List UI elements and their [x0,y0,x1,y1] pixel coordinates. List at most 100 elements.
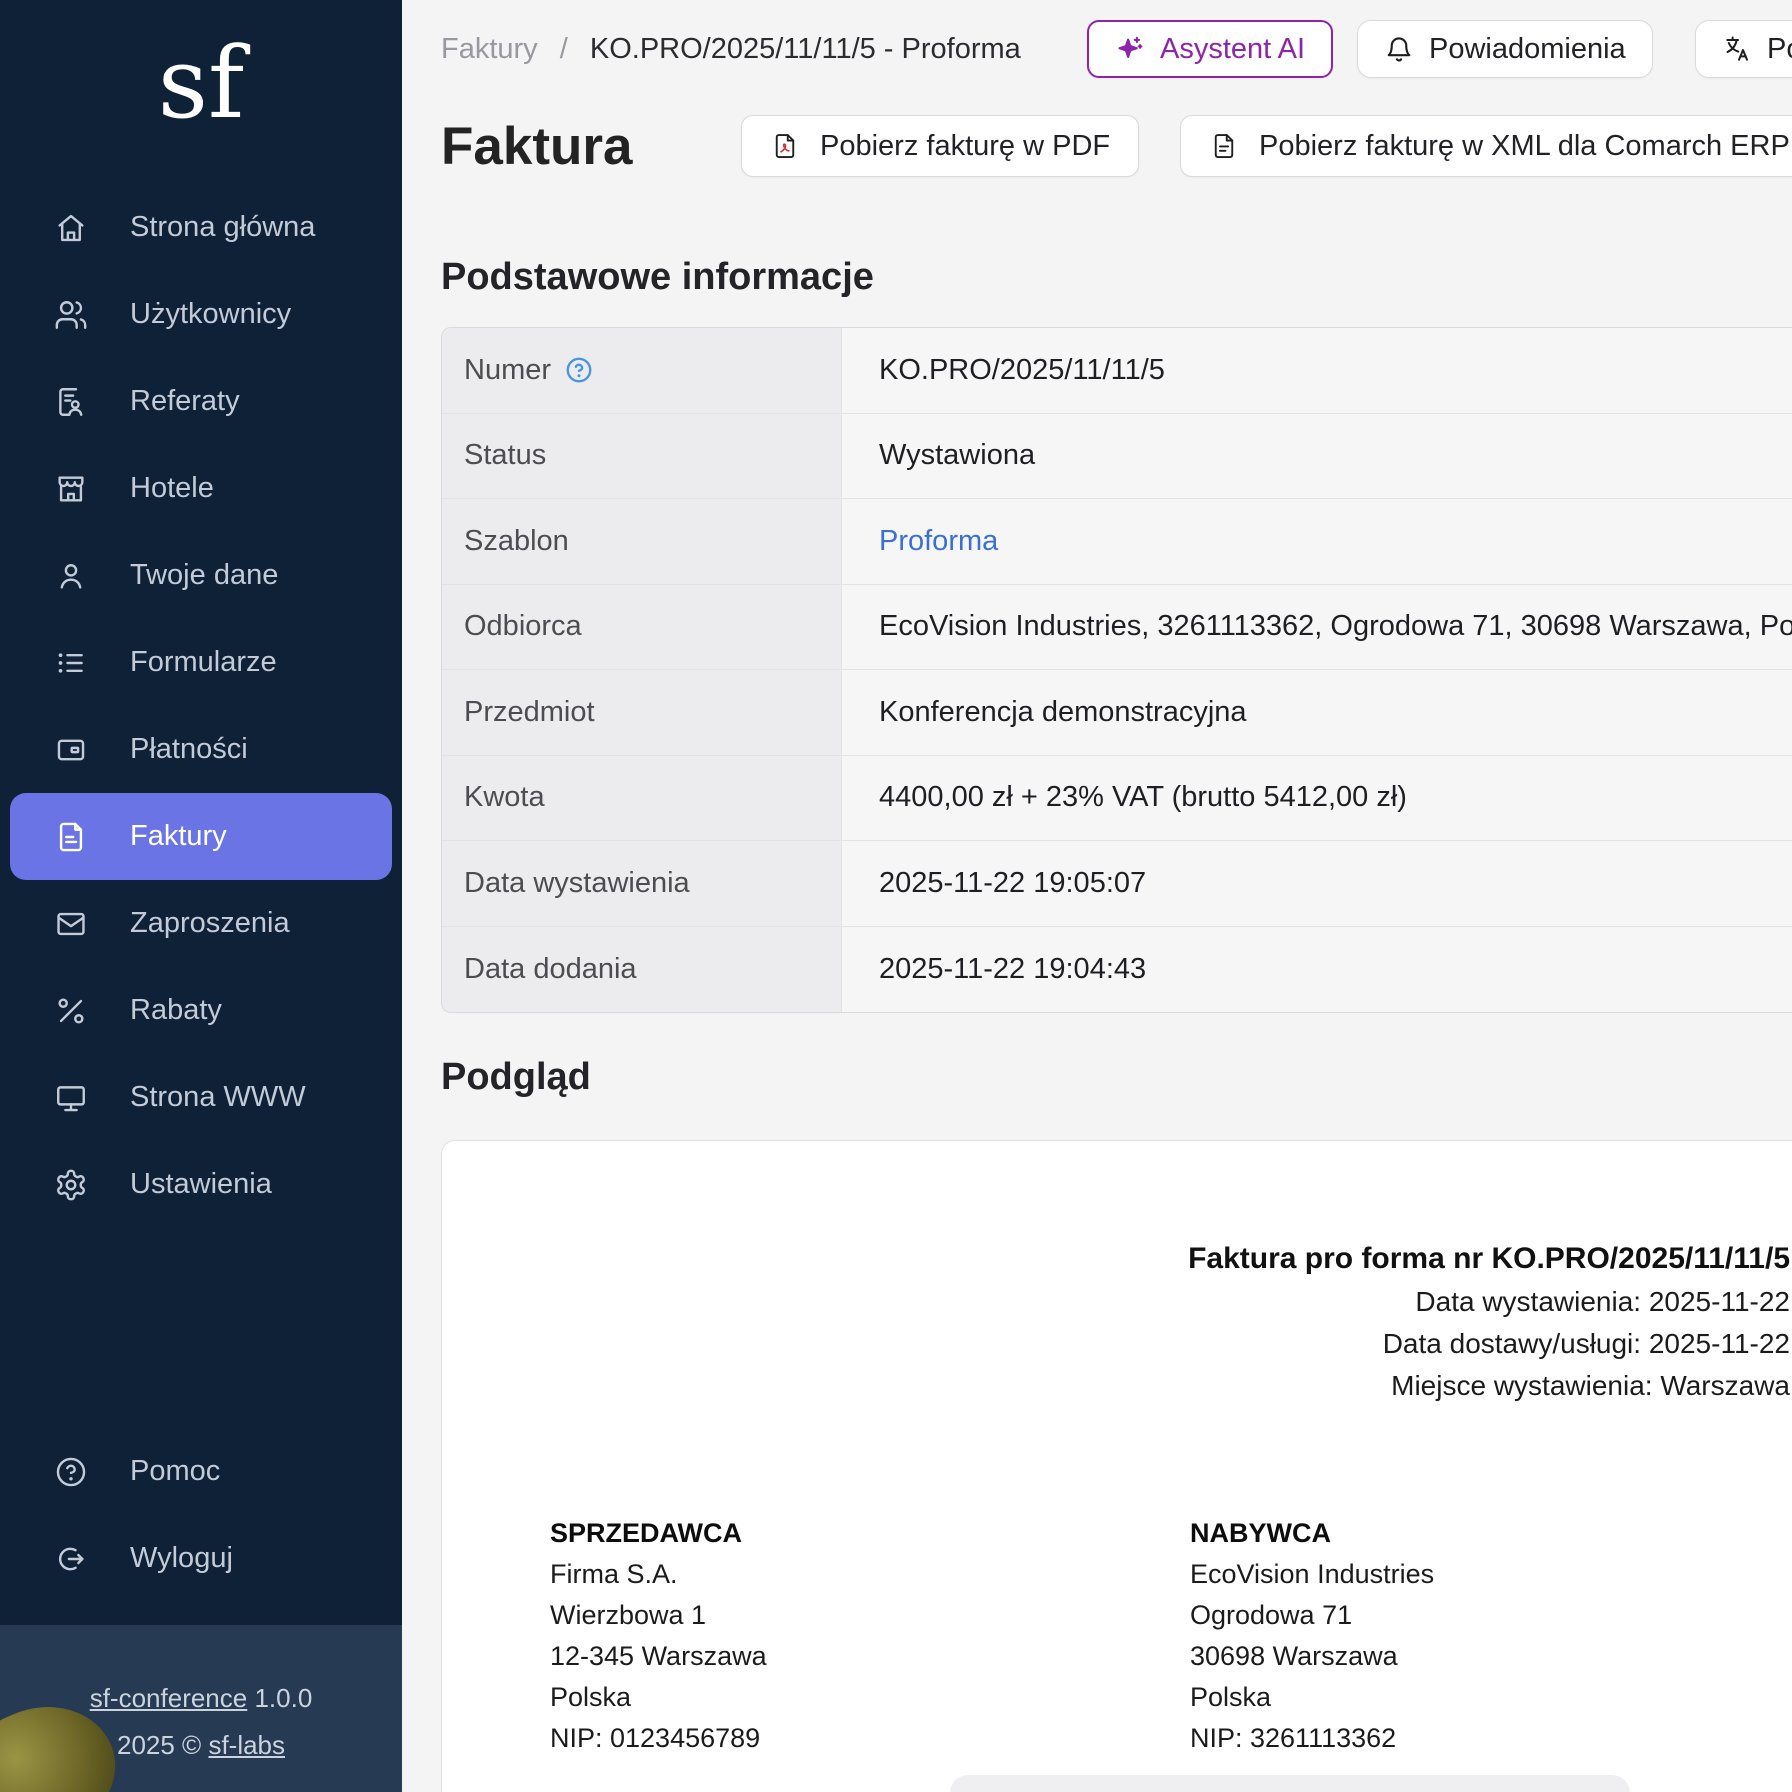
notifications-button[interactable]: Powiadomienia [1357,20,1653,78]
question-circle-icon [54,1455,88,1489]
preview-heading: Podgląd [441,1056,591,1099]
sidebar-item-label: Faktury [130,820,227,853]
sidebar-item-formularze[interactable]: Formularze [0,619,402,706]
breadcrumb-current: KO.PRO/2025/11/11/5 - Proforma [590,33,1021,65]
buyer-name: EcoVision Industries [1190,1554,1434,1595]
invoice-next-section-peek [950,1775,1630,1792]
download-pdf-button[interactable]: Pobierz fakturę w PDF [741,115,1139,177]
seller-nip: NIP: 0123456789 [550,1718,767,1759]
info-row-szablon: Szablon Proforma [442,499,1792,585]
ai-assistant-label: Asystent AI [1160,33,1305,66]
invoice-seller-block: SPRZEDAWCA Firma S.A. Wierzbowa 1 12-345… [550,1513,767,1759]
basic-info-table: Numer KO.PRO/2025/11/11/5 Status Wystawi… [441,327,1792,1013]
sidebar-item-wyloguj[interactable]: Wyloguj [0,1515,402,1602]
sidebar-item-referaty[interactable]: Referaty [0,358,402,445]
sidebar-item-hotele[interactable]: Hotele [0,445,402,532]
info-row-przedmiot: Przedmiot Konferencja demonstracyjna [442,670,1792,756]
file-user-icon [54,385,88,419]
info-label: Data wystawienia [442,841,842,926]
sidebar-item-label: Pomoc [130,1455,220,1488]
sidebar-item-rabaty[interactable]: Rabaty [0,967,402,1054]
monitor-icon [54,1081,88,1115]
breadcrumb-parent-link[interactable]: Faktury [441,33,538,65]
template-link[interactable]: Proforma [879,525,998,558]
mail-icon [54,907,88,941]
sidebar-item-platnosci[interactable]: Płatności [0,706,402,793]
app-name-link[interactable]: sf-conference [90,1683,248,1713]
invoice-issue-date: Data wystawienia: 2025-11-22 [1188,1281,1790,1323]
invoice-title: Faktura pro forma nr KO.PRO/2025/11/11/5 [1188,1237,1790,1281]
info-row-status: Status Wystawiona [442,414,1792,500]
info-value: Wystawiona [842,414,1792,499]
invoice-header: Faktura pro forma nr KO.PRO/2025/11/11/5… [1188,1237,1790,1407]
logout-icon [54,1542,88,1576]
info-label: Kwota [442,756,842,841]
info-value: KO.PRO/2025/11/11/5 [842,328,1792,413]
file-icon [54,820,88,854]
sidebar-item-ustawienia[interactable]: Ustawienia [0,1141,402,1228]
seller-name: Firma S.A. [550,1554,767,1595]
copyright-prefix: 2025 © [117,1730,208,1760]
sidebar-item-label: Twoje dane [130,559,278,592]
info-label: Szablon [442,499,842,584]
info-row-odbiorca: Odbiorca EcoVision Industries, 326111336… [442,585,1792,671]
language-label: Polski [1767,33,1792,66]
info-label: Przedmiot [442,670,842,755]
info-row-data-wystawienia: Data wystawienia 2025-11-22 19:05:07 [442,841,1792,927]
sidebar-item-zaproszenia[interactable]: Zaproszenia [0,880,402,967]
translate-icon [1722,34,1752,64]
sidebar-item-label: Wyloguj [130,1542,233,1575]
home-icon [54,211,88,245]
org-link[interactable]: sf-labs [208,1730,285,1760]
sidebar-item-pomoc[interactable]: Pomoc [0,1428,402,1515]
sidebar: sf Strona główna Użytkownicy Referaty Ho… [0,0,402,1792]
buyer-heading: NABYWCA [1190,1513,1434,1554]
page-title: Faktura [441,116,632,177]
percent-icon [54,994,88,1028]
sidebar-item-label: Strona główna [130,211,315,244]
invoice-preview-card: Faktura pro forma nr KO.PRO/2025/11/11/5… [441,1140,1792,1792]
pdf-file-icon [770,131,800,161]
ai-assistant-button[interactable]: Asystent AI [1087,20,1333,78]
sidebar-item-label: Formularze [130,646,277,679]
app-version: 1.0.0 [254,1683,312,1713]
basic-info-heading: Podstawowe informacje [441,256,874,299]
sidebar-item-twoje-dane[interactable]: Twoje dane [0,532,402,619]
breadcrumb: Faktury / KO.PRO/2025/11/11/5 - Proforma [441,33,1021,66]
sidebar-item-label: Zaproszenia [130,907,290,940]
invoice-buyer-block: NABYWCA EcoVision Industries Ogrodowa 71… [1190,1513,1434,1759]
seller-street: Wierzbowa 1 [550,1595,767,1636]
sidebar-item-faktury[interactable]: Faktury [10,793,392,880]
sidebar-item-label: Płatności [130,733,248,766]
bell-icon [1384,34,1414,64]
download-pdf-label: Pobierz fakturę w PDF [820,130,1110,163]
xml-file-icon [1209,131,1239,161]
sidebar-item-label: Rabaty [130,994,222,1027]
list-icon [54,646,88,680]
app-logo[interactable]: sf [0,14,402,154]
seller-city: 12-345 Warszawa [550,1636,767,1677]
info-row-kwota: Kwota 4400,00 zł + 23% VAT (brutto 5412,… [442,756,1792,842]
sidebar-item-strona-www[interactable]: Strona WWW [0,1054,402,1141]
buyer-street: Ogrodowa 71 [1190,1595,1434,1636]
sidebar-item-uzytkownicy[interactable]: Użytkownicy [0,271,402,358]
invoice-delivery-date: Data dostawy/usługi: 2025-11-22 [1188,1323,1790,1365]
users-icon [54,298,88,332]
sidebar-footer: sf-conference 1.0.0 2025 © sf-labs [0,1625,402,1792]
sparkles-icon [1115,34,1145,64]
sidebar-item-label: Hotele [130,472,214,505]
sidebar-item-label: Ustawienia [130,1168,272,1201]
seller-country: Polska [550,1677,767,1718]
question-circle-icon[interactable] [564,355,594,385]
gear-icon [54,1168,88,1202]
buyer-nip: NIP: 3261113362 [1190,1718,1434,1759]
download-xml-button[interactable]: Pobierz fakturę w XML dla Comarch ERP Op… [1180,115,1792,177]
info-label: Odbiorca [442,585,842,670]
language-button[interactable]: Polski [1695,20,1792,78]
info-label: Data dodania [442,927,842,1013]
sidebar-nav: Strona główna Użytkownicy Referaty Hotel… [0,184,402,1228]
info-value: Proforma [842,499,1792,584]
download-xml-label: Pobierz fakturę w XML dla Comarch ERP Op… [1259,130,1792,163]
buyer-city: 30698 Warszawa [1190,1636,1434,1677]
sidebar-item-strona-glowna[interactable]: Strona główna [0,184,402,271]
